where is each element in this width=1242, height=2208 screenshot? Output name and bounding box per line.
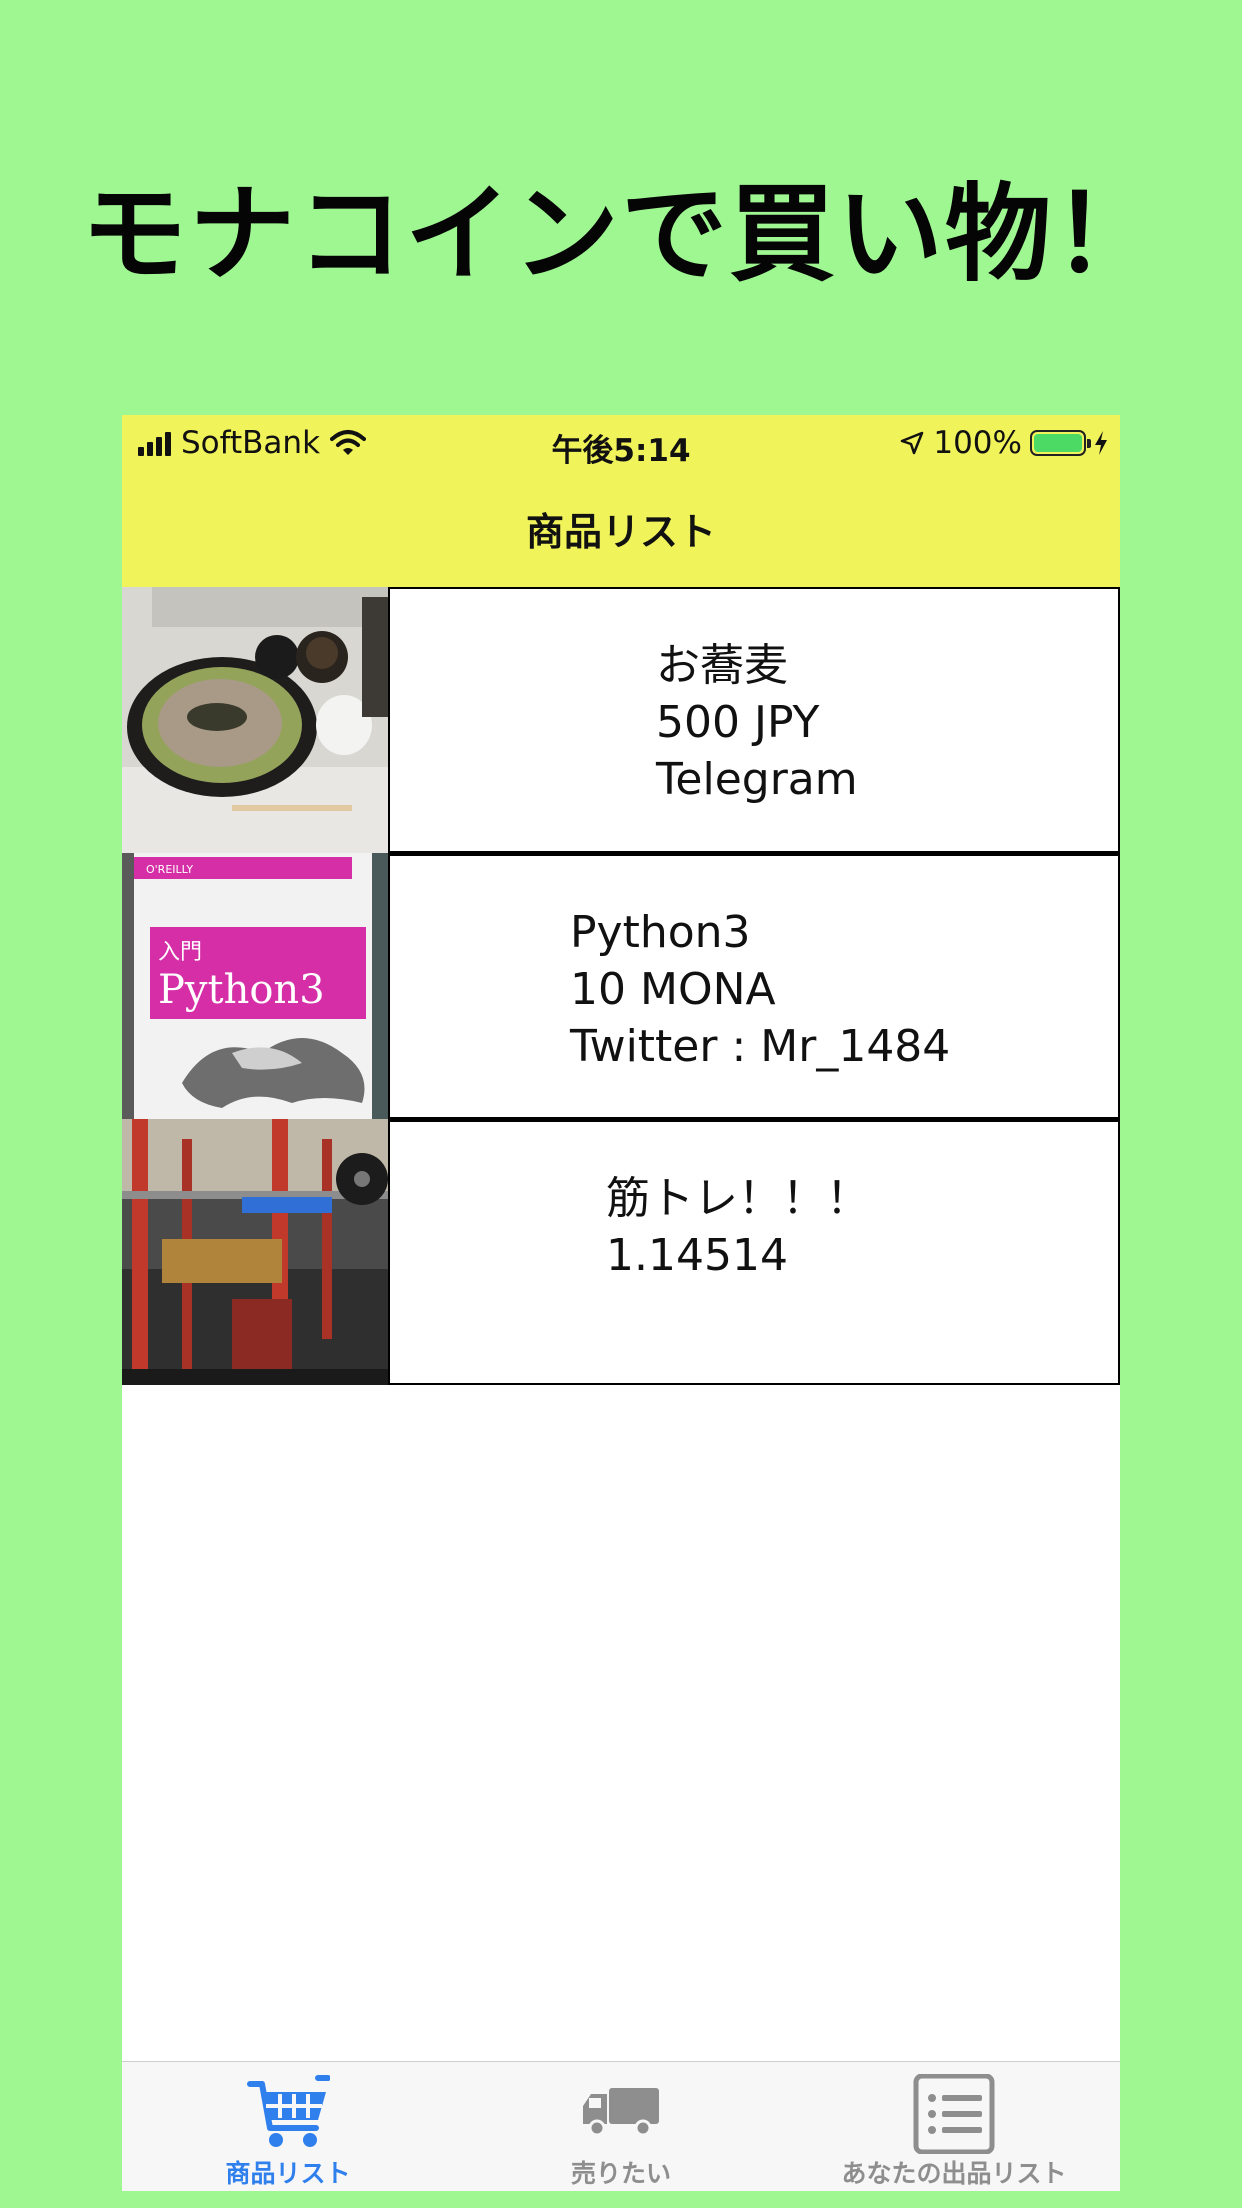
charging-bolt-icon — [1095, 431, 1107, 455]
tab-label: あなたの出品リスト — [841, 2159, 1067, 2188]
svg-text:O'REILLY: O'REILLY — [146, 863, 193, 876]
product-cell[interactable]: 筋トレ！！！ 1.14514 — [388, 1119, 1120, 1385]
product-price: 10 MONA — [570, 964, 776, 1015]
product-info: Python3 10 MONA Twitter : Mr_1484 — [570, 904, 950, 1075]
soba-noodles-photo — [122, 587, 388, 853]
product-name: 筋トレ！！！ — [606, 1173, 870, 1224]
gym-squat-rack-photo — [122, 1119, 388, 1385]
tab-your-listings[interactable]: あなたの出品リスト — [788, 2062, 1120, 2191]
tab-sell[interactable]: 売りたい — [455, 2062, 787, 2191]
tab-product-list[interactable]: 商品リスト — [122, 2062, 454, 2191]
product-row[interactable]: 入門 Python3 O'REILLY Python3 10 MONA Twit… — [122, 853, 1120, 1119]
product-cell[interactable]: お蕎麦 500 JPY Telegram — [388, 587, 1120, 853]
svg-text:Python3: Python3 — [158, 967, 325, 1013]
promo-title: モナコインで買い物！ — [81, 173, 1161, 296]
product-info: お蕎麦 500 JPY Telegram — [656, 637, 858, 808]
product-row[interactable]: 筋トレ！！！ 1.14514 — [122, 1119, 1120, 1385]
navigation-bar: SoftBank 午後5:14 100% 商品リスト — [122, 415, 1120, 587]
product-contact: Telegram — [656, 754, 858, 805]
battery-percent: 100% — [933, 425, 1022, 461]
product-name: お蕎麦 — [656, 640, 788, 691]
product-price: 1.14514 — [606, 1230, 788, 1281]
phone-screen: SoftBank 午後5:14 100% 商品リスト お蕎麦 500 JPY T… — [122, 415, 1120, 2191]
product-name: Python3 — [570, 907, 751, 958]
nav-title: 商品リスト — [525, 510, 716, 554]
python3-book-cover-photo: 入門 Python3 O'REILLY — [122, 853, 388, 1119]
svg-text:入門: 入門 — [158, 940, 202, 965]
product-contact: Twitter : Mr_1484 — [570, 1021, 951, 1072]
location-arrow-icon — [901, 431, 924, 455]
product-price: 500 JPY — [656, 697, 820, 748]
product-cell[interactable]: Python3 10 MONA Twitter : Mr_1484 — [388, 853, 1120, 1119]
product-row[interactable]: お蕎麦 500 JPY Telegram — [122, 587, 1120, 853]
tab-label: 売りたい — [570, 2159, 671, 2188]
tab-label: 商品リスト — [225, 2159, 351, 2188]
product-info: 筋トレ！！！ 1.14514 — [606, 1170, 870, 1284]
battery-icon — [1030, 430, 1091, 456]
tab-bar: 商品リスト 売りたい あなたの出品リスト — [122, 2061, 1120, 2191]
list-icon — [913, 2074, 995, 2154]
truck-icon — [583, 2088, 659, 2137]
status-bar: SoftBank 午後5:14 100% — [122, 415, 1120, 475]
product-list[interactable]: お蕎麦 500 JPY Telegram 入門 Python3 O'REILLY… — [122, 587, 1120, 1385]
cart-icon — [247, 2075, 330, 2147]
